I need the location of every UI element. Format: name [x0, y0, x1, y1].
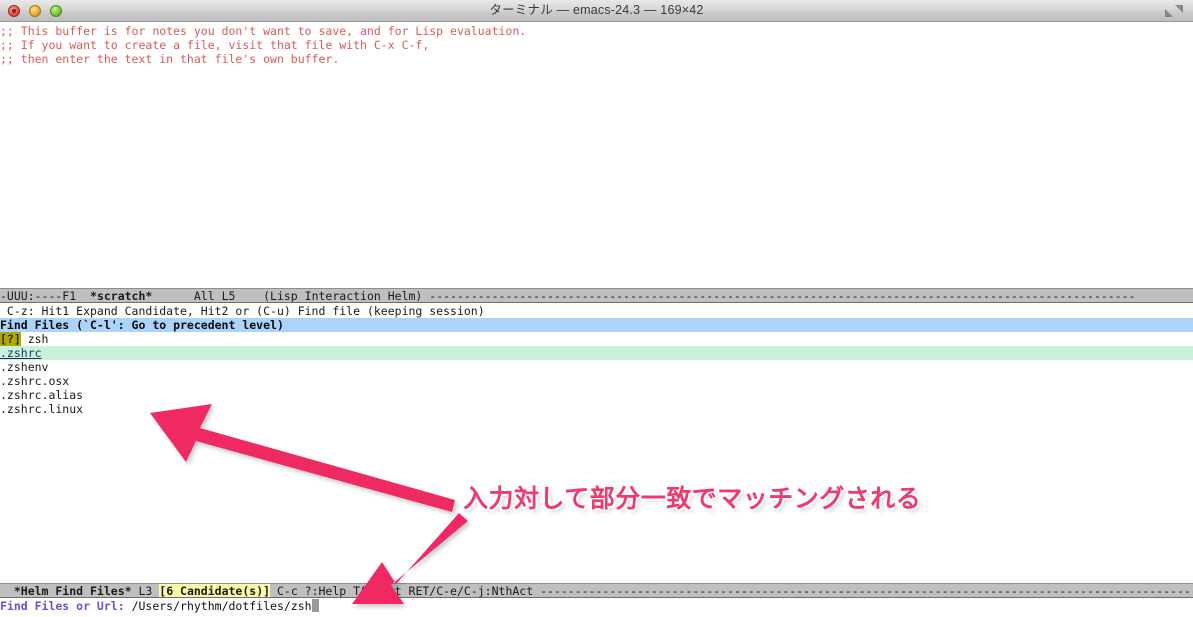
minibuffer-input[interactable]: /Users/rhythm/dotfiles/zsh — [132, 599, 312, 613]
helm-modeline-line: L3 — [131, 584, 160, 598]
helm-candidate-prefix: [?] — [0, 332, 21, 346]
helm-candidate-label: .zshenv — [0, 360, 49, 374]
helm-modeline-keys: C-c ?:Help TAB:Act RET/C-e/C-j:NthAct — [270, 584, 541, 598]
helm-candidate-row[interactable]: .zshrc.alias — [0, 388, 1193, 402]
helm-modeline-fill: ----------------------------------------… — [540, 584, 1193, 598]
helm-candidate-row[interactable]: .zshrc.osx — [0, 374, 1193, 388]
minibuffer-prompt: Find Files or Url: — [0, 599, 132, 613]
helm-candidate-count: [6 Candidate(s)] — [159, 584, 271, 598]
modeline-left: -UUU:----F1 — [0, 289, 91, 303]
minibuffer[interactable]: Find Files or Url: /Users/rhythm/dotfile… — [0, 599, 1193, 615]
helm-candidate-row-selected[interactable]: .zshrc — [0, 346, 1193, 360]
modeline-fill: ----------------------------------------… — [429, 289, 1136, 303]
helm-candidate-label: .zshrc.alias — [0, 388, 84, 402]
modeline-major-mode: (Lisp Interaction Helm) — [263, 289, 430, 303]
scratch-line-3: ;; then enter the text in that file's ow… — [0, 52, 340, 66]
helm-source-header: Find Files (`C-l': Go to precedent level… — [0, 318, 1193, 332]
helm-echo-hint: C-z: Hit1 Expand Candidate, Hit2 or (C-u… — [0, 304, 485, 318]
scratch-line-2: ;; If you want to create a file, visit t… — [0, 38, 430, 52]
fullscreen-icon[interactable] — [1161, 3, 1187, 19]
window-title: ターミナル — emacs-24.3 — 169×42 — [489, 3, 704, 17]
emacs-frame[interactable]: ;; This buffer is for notes you don't wa… — [0, 22, 1193, 617]
helm-candidate-label: zsh — [20, 332, 49, 346]
window-titlebar: ターミナル — emacs-24.3 — 169×42 — [0, 0, 1193, 22]
helm-candidate-label: .zshrc.osx — [0, 374, 70, 388]
helm-candidate-row[interactable]: [?] zsh — [0, 332, 1193, 346]
modeline-position: All L5 — [152, 289, 264, 303]
text-cursor — [311, 599, 319, 612]
helm-candidate-label: .zshrc — [0, 346, 42, 360]
scratch-mode-line: -UUU:----F1 *scratch* All L5 (Lisp Inter… — [0, 288, 1193, 303]
helm-mode-line: *Helm Find Files* L3 [6 Candidate(s)] C-… — [0, 583, 1193, 598]
helm-modeline-buffer-name: *Helm Find Files* — [0, 584, 132, 598]
helm-candidate-row[interactable]: .zshrc.linux — [0, 402, 1193, 416]
terminal-window: ターミナル — emacs-24.3 — 169×42 ;; This buff… — [0, 0, 1193, 617]
modeline-buffer-name: *scratch* — [90, 289, 153, 303]
helm-candidate-row[interactable]: .zshenv — [0, 360, 1193, 374]
scratch-line-1: ;; This buffer is for notes you don't wa… — [0, 24, 527, 38]
helm-candidate-label: .zshrc.linux — [0, 402, 84, 416]
